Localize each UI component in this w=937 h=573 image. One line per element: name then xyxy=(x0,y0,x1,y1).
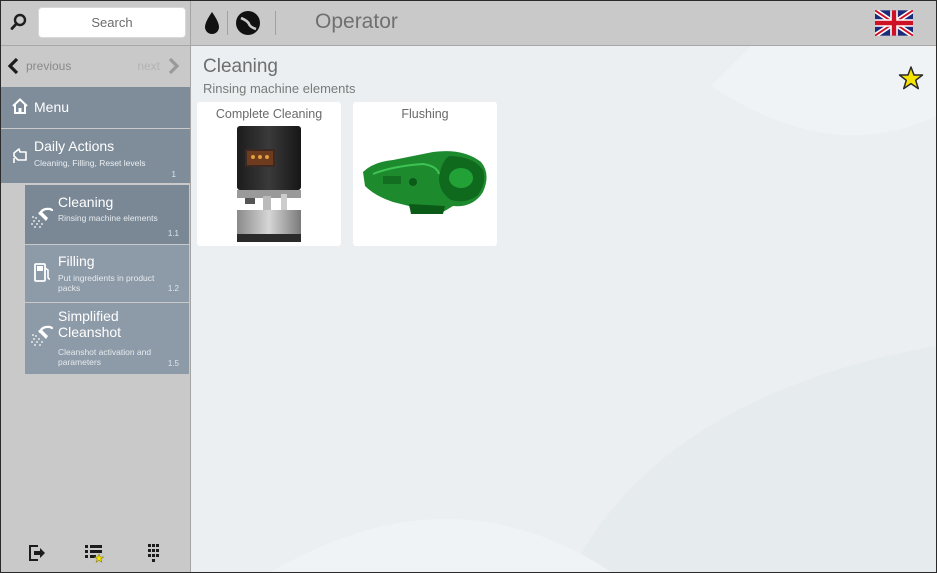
page-title: Cleaning xyxy=(203,56,278,77)
sub-item-title: Cleaning xyxy=(58,194,114,210)
section-title: Daily Actions xyxy=(34,138,115,154)
sub-item-desc: Rinsing machine elements xyxy=(58,213,158,223)
header-title: Operator xyxy=(315,10,398,33)
card-flushing[interactable]: Flushing xyxy=(353,102,497,246)
sidebar-toolbar xyxy=(1,535,190,572)
sidebar-item-cleaning[interactable]: Cleaning Rinsing machine elements 1.1 xyxy=(25,185,189,244)
sidebar-item-filling[interactable]: Filling Put ingredients in product packs… xyxy=(25,245,189,302)
next-label: next xyxy=(137,59,160,73)
logout-icon[interactable] xyxy=(27,543,47,563)
sidebar-item-simplified-cleanshot[interactable]: Simplified Cleanshot Cleanshot activatio… xyxy=(25,303,189,374)
menu-button[interactable]: Menu xyxy=(1,87,190,128)
previous-label: previous xyxy=(26,59,72,73)
chevron-right-icon xyxy=(168,57,180,75)
hand-tap-icon xyxy=(13,148,27,163)
card-label: Complete Cleaning xyxy=(215,107,323,121)
page-subtitle: Rinsing machine elements xyxy=(203,81,356,96)
chevron-left-icon xyxy=(7,57,19,75)
section-number: 1 xyxy=(171,170,176,179)
previous-button[interactable]: previous xyxy=(7,55,71,77)
sub-item-number: 1.2 xyxy=(167,284,179,293)
section-daily-actions[interactable]: Daily Actions Cleaning, Filling, Reset l… xyxy=(1,129,190,183)
sub-item-number: 1.1 xyxy=(167,229,179,238)
favorites-list-icon[interactable] xyxy=(84,543,104,563)
separator xyxy=(275,11,276,35)
card-complete-cleaning[interactable]: Complete Cleaning xyxy=(197,102,341,246)
card-label: Flushing xyxy=(401,107,449,121)
keypad-icon[interactable] xyxy=(144,543,164,563)
search-bar xyxy=(1,1,190,46)
sub-item-desc: Put ingredients in product packs xyxy=(58,273,155,293)
menu-label: Menu xyxy=(34,99,70,115)
sub-item-title: Simplified Cleanshot xyxy=(58,308,122,340)
next-button[interactable]: next xyxy=(137,55,180,77)
sub-item-desc: Cleanshot activation and parameters xyxy=(58,347,152,367)
search-icon[interactable] xyxy=(9,12,29,32)
shower-icon xyxy=(31,207,54,228)
fuel-pump-icon xyxy=(34,263,51,282)
favorite-star-icon[interactable] xyxy=(898,65,924,91)
coffee-bean-icon[interactable] xyxy=(235,10,261,36)
top-bar: Operator xyxy=(191,1,936,46)
separator xyxy=(227,11,228,35)
search-input[interactable] xyxy=(38,7,186,38)
section-subtitle: Cleaning, Filling, Reset levels xyxy=(34,158,146,168)
brewing-unit-image xyxy=(363,151,487,214)
main-content: Cleaning Rinsing machine elements Comple… xyxy=(191,46,936,572)
sub-item-title: Filling xyxy=(58,253,95,269)
app-window: previous next Menu Daily Actions xyxy=(0,0,937,573)
uk-flag-icon[interactable] xyxy=(875,10,913,36)
history-nav: previous next xyxy=(1,46,190,86)
coffee-machine-image xyxy=(237,126,301,242)
shower-icon xyxy=(31,325,54,346)
sub-item-number: 1.5 xyxy=(167,359,179,368)
sidebar: previous next Menu Daily Actions xyxy=(1,1,191,572)
water-drop-icon[interactable] xyxy=(201,10,223,36)
home-icon xyxy=(12,98,28,114)
